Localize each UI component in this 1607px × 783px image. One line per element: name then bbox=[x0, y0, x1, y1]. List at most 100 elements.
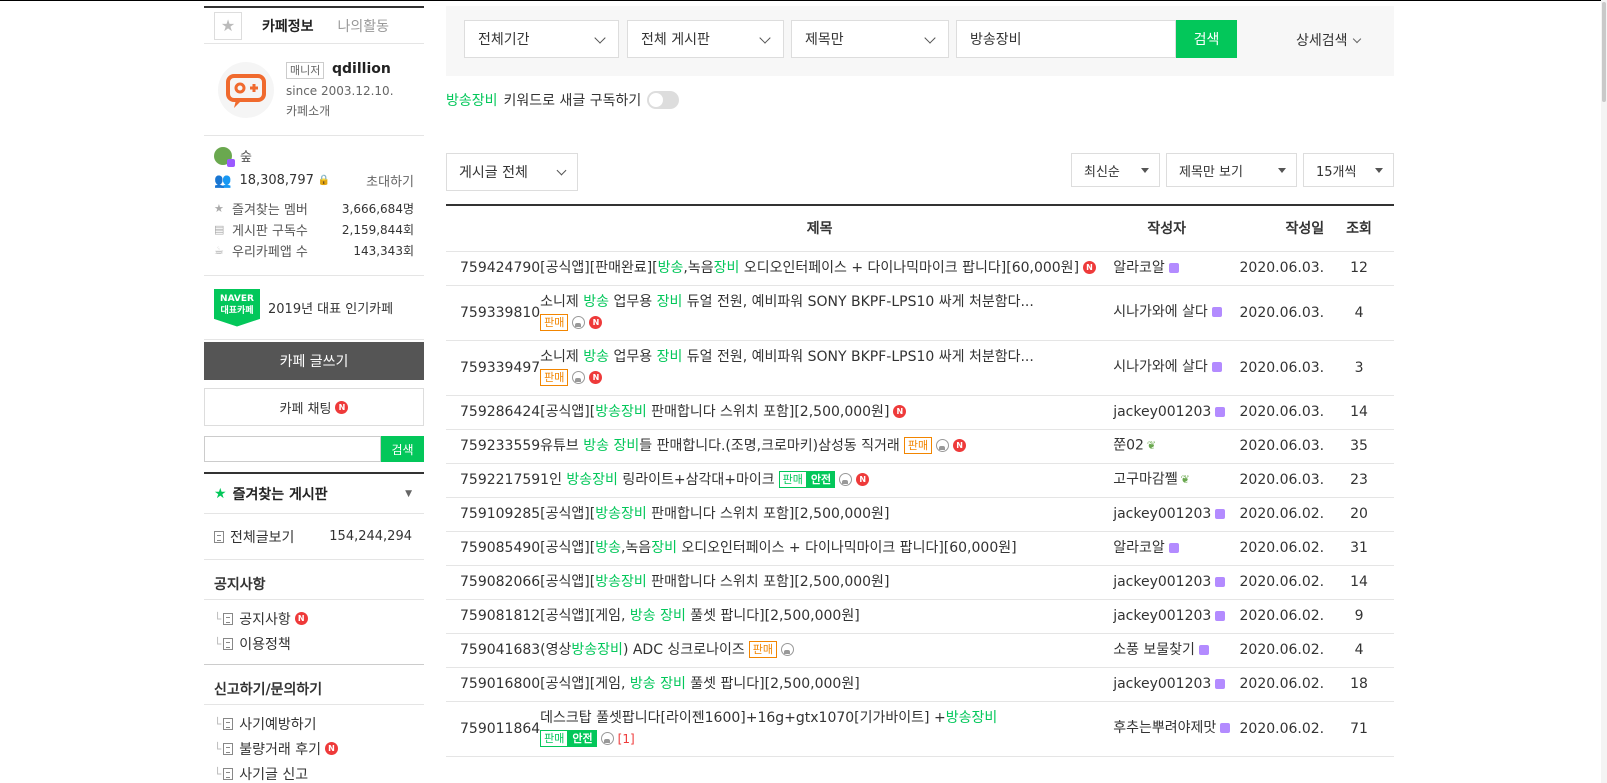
sidebar-menu-item[interactable]: └ 이용정책 bbox=[204, 631, 424, 656]
post-author[interactable]: 고구마감쩰 ❦ bbox=[1099, 463, 1235, 498]
post-title-link[interactable]: 유튜브 방송 장비들 판매합니다.(조명,크로마키)삼성동 직거래 bbox=[540, 438, 900, 454]
author-name: jackey001203 bbox=[1113, 607, 1212, 624]
sidebar-menu-label: 불량거래 후기 bbox=[239, 741, 321, 758]
tree-level-icon bbox=[214, 146, 235, 167]
cafe-intro-link[interactable]: 카페소개 bbox=[286, 102, 330, 119]
lock-icon: 🔒 bbox=[317, 175, 331, 186]
author-name: 쭌02 bbox=[1113, 437, 1144, 454]
keyword-highlight: 장비 bbox=[651, 539, 677, 556]
post-author[interactable]: 시나가와에 살다 bbox=[1099, 285, 1235, 341]
view-dropdown[interactable]: 제목만 보기 bbox=[1166, 153, 1297, 187]
image-attached-icon bbox=[572, 371, 586, 384]
author-name: 소풍 보물찾기 bbox=[1113, 641, 1195, 658]
post-title-link[interactable]: [공식앱][방송장비 판매합니다 스위치 포함][2,500,000원] bbox=[540, 506, 889, 522]
scrollbar[interactable] bbox=[1601, 0, 1607, 783]
tab-my-activity[interactable]: 나의활동 bbox=[338, 16, 390, 36]
sidebar-menu-item[interactable]: └ 공지사항 N bbox=[204, 606, 424, 631]
post-author[interactable]: jackey001203 bbox=[1099, 497, 1235, 532]
title-text: 1인 bbox=[540, 471, 567, 488]
star-icon: ★ bbox=[214, 485, 227, 502]
sprout-icon: ❦ bbox=[1146, 439, 1157, 453]
sidebar-menu-label: 공지사항 bbox=[239, 611, 291, 628]
image-attached-icon bbox=[600, 732, 614, 745]
post-title-cell: [공식앱][게임, 방송 장비 풀셋 팝니다][2,500,000원] bbox=[540, 599, 1100, 634]
star-icon[interactable]: ★ bbox=[214, 11, 242, 40]
all-posts-label: 전체글보기 bbox=[230, 529, 295, 546]
tree-branch-icon: └ bbox=[214, 611, 222, 626]
search-input[interactable]: 방송장비 bbox=[956, 20, 1176, 58]
chevron-down-icon bbox=[759, 32, 771, 44]
post-author[interactable]: 시나가와에 살다 bbox=[1099, 340, 1235, 396]
post-views: 71 bbox=[1324, 701, 1394, 757]
subscribe-toggle[interactable] bbox=[647, 91, 680, 109]
post-author[interactable]: jackey001203 bbox=[1099, 667, 1235, 702]
post-title-link[interactable]: [공식앱][방송,녹음장비 오디오인터페이스 + 다이나믹마이크 팝니다][60… bbox=[540, 540, 1016, 556]
post-title-link[interactable]: 데스크탑 풀셋팝니다[라이젠1600]+16g+gtx1070[기가바이트] +… bbox=[540, 710, 997, 726]
board-select-value: 전체 게시판 bbox=[641, 32, 710, 48]
tab-cafe-info[interactable]: 카페정보 bbox=[262, 16, 314, 36]
member-level-icon bbox=[1215, 576, 1226, 587]
post-title-link[interactable]: 소니제 방송 업무용 장비 듀얼 전원, 예비파워 SONY BKPF-LPS1… bbox=[540, 349, 1034, 365]
scope-select[interactable]: 제목만 bbox=[791, 20, 949, 58]
post-id: 759424790 bbox=[446, 251, 541, 286]
post-id: 759081812 bbox=[446, 599, 541, 634]
title-text: ,녹음 bbox=[683, 259, 714, 276]
manager-name[interactable]: qdillion bbox=[332, 61, 391, 77]
post-author[interactable]: jackey001203 bbox=[1099, 599, 1235, 634]
post-author[interactable]: jackey001203 bbox=[1099, 395, 1235, 430]
post-title-link[interactable]: [공식앱][게임, 방송 장비 풀셋 팝니다][2,500,000원] bbox=[540, 608, 860, 624]
per-page-dropdown[interactable]: 15개씩 bbox=[1303, 153, 1394, 187]
caret-down-icon[interactable]: ▼ bbox=[405, 489, 412, 499]
post-title-link[interactable]: [공식앱][게임, 방송 장비 풀셋 팝니다][2,500,000원] bbox=[540, 676, 860, 692]
post-author[interactable]: 알라코알 bbox=[1099, 531, 1235, 566]
all-posts-link[interactable]: 전체글보기 154,244,294 bbox=[204, 514, 424, 560]
keyword-highlight: 방송장비 bbox=[945, 709, 998, 726]
post-title-link[interactable]: 소니제 방송 업무용 장비 듀얼 전원, 예비파워 SONY BKPF-LPS1… bbox=[540, 294, 1034, 310]
post-title-cell: [공식앱][방송장비 판매합니다 스위치 포함][2,500,000원] bbox=[540, 497, 1100, 532]
table-row: 759109285 [공식앱][방송장비 판매합니다 스위치 포함][2,500,… bbox=[446, 497, 1394, 532]
sidebar-menu-item[interactable]: └ 사기글 신고 bbox=[204, 761, 424, 783]
sidebar-menu-item[interactable]: └ 사기예방하기 bbox=[204, 711, 424, 736]
author-name: jackey001203 bbox=[1113, 675, 1212, 692]
invite-link[interactable]: 초대하기 bbox=[366, 171, 414, 190]
post-author[interactable]: 후추는뿌려야제맛 bbox=[1099, 701, 1235, 757]
sidebar-search-button[interactable]: 검색 bbox=[381, 436, 424, 462]
board-select[interactable]: 전체 게시판 bbox=[627, 20, 784, 58]
post-views: 18 bbox=[1324, 667, 1394, 702]
cafe-chat-button[interactable]: 카페 채팅 N bbox=[204, 388, 424, 426]
post-views: 4 bbox=[1324, 285, 1394, 341]
fav-board-header[interactable]: ★ 즐겨찾는 게시판 ▼ bbox=[204, 472, 424, 514]
post-author[interactable]: 알라코알 bbox=[1099, 251, 1235, 286]
advanced-search-link[interactable]: 상세검색 bbox=[1296, 30, 1361, 50]
post-author[interactable]: jackey001203 bbox=[1099, 565, 1235, 600]
post-id: 759016800 bbox=[446, 667, 541, 702]
sidebar-menu-label: 이용정책 bbox=[239, 636, 291, 653]
new-badge: N bbox=[335, 400, 349, 414]
keyword-highlight: 방송 bbox=[583, 293, 610, 310]
sidebar-search-input[interactable] bbox=[204, 436, 381, 462]
post-date: 2020.06.02. bbox=[1234, 565, 1325, 600]
sort-dropdown[interactable]: 최신순 bbox=[1071, 153, 1160, 187]
menu-group: └ 공지사항 N └ 이용정책 bbox=[204, 600, 424, 656]
post-author[interactable]: 소풍 보물찾기 bbox=[1099, 633, 1235, 668]
keyword-highlight: 장비 bbox=[656, 348, 683, 365]
search-bar: 전체기간 전체 게시판 제목만 방송장비 검색 상세검색 bbox=[446, 6, 1394, 76]
post-title-link[interactable]: [공식앱][방송장비 판매합니다 스위치 포함][2,500,000원] bbox=[540, 574, 889, 590]
period-select[interactable]: 전체기간 bbox=[464, 20, 619, 58]
post-title-link[interactable]: 1인 방송장비 링라이트+삼각대+마이크 bbox=[540, 472, 775, 488]
post-author[interactable]: 쭌02 ❦ bbox=[1099, 429, 1235, 464]
post-filter-dropdown[interactable]: 게시글 전체 bbox=[446, 153, 578, 191]
new-badge: N bbox=[589, 316, 603, 329]
post-title-link[interactable]: [공식앱][방송장비 판매합니다 스위치 포함][2,500,000원] bbox=[540, 404, 889, 420]
title-text: 오디오인터페이스 + 다이나믹마이크 팝니다][60,000원] bbox=[676, 539, 1017, 556]
comment-count[interactable]: [1] bbox=[618, 732, 635, 746]
scrollbar-thumb[interactable] bbox=[1602, 2, 1606, 102]
cafe-avatar[interactable] bbox=[218, 62, 274, 118]
post-title-link[interactable]: (영상방송장비) ADC 싱크로나이즈 bbox=[540, 642, 745, 658]
post-id: 759011864 bbox=[446, 701, 541, 757]
search-button[interactable]: 검색 bbox=[1176, 20, 1237, 58]
keyword-highlight: 방송장비 bbox=[595, 573, 647, 590]
post-title-link[interactable]: [공식앱][판매완료][방송,녹음장비 오디오인터페이스 + 다이나믹마이크 팝… bbox=[540, 260, 1079, 276]
write-post-button[interactable]: 카페 글쓰기 bbox=[204, 342, 424, 380]
sidebar-menu-item[interactable]: └ 불량거래 후기 N bbox=[204, 736, 424, 761]
